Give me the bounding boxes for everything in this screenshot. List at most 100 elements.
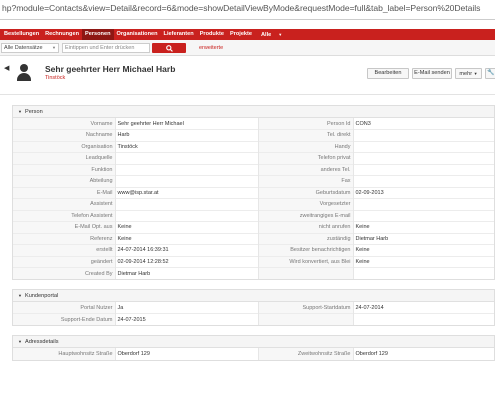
field-row: Assistent Vorgesetzter [13, 198, 494, 210]
send-email-button[interactable]: E-Mail senden [412, 68, 452, 79]
nav-item-projekte[interactable]: Projekte [227, 29, 255, 40]
field-value: Oberdorf 129 [355, 350, 388, 357]
search-scope-select[interactable]: Alle Datensätze ▼ [1, 43, 59, 53]
field-label: Fax [258, 175, 354, 187]
wrench-button[interactable]: 🔧 [485, 68, 495, 79]
record-organisation-link[interactable]: Tinstöck [45, 75, 65, 81]
nav-item-lieferanten[interactable]: Lieferanten [161, 29, 197, 40]
section-title: Person [24, 109, 43, 115]
field-value [353, 209, 494, 222]
search-scope-value: Alle Datensätze [4, 45, 43, 51]
field-row: Abteilung Fax [13, 175, 494, 187]
search-button[interactable] [152, 43, 186, 53]
field-label: Funktion [13, 163, 116, 176]
field-value[interactable]: Tinstöck [115, 140, 259, 153]
field-value [115, 209, 259, 222]
field-value [115, 175, 259, 187]
field-label: Organisation [13, 140, 116, 153]
section-adressdetails: ▼ Adressdetails Hauptwohnsitz Straße Oberd… [12, 335, 495, 361]
field-label: erstellt [13, 244, 116, 256]
field-value [115, 198, 259, 210]
field-value [353, 198, 494, 210]
field-label: Telefon Assistent [13, 209, 116, 222]
section-title: Adressdetails [24, 339, 59, 345]
nav-item-personen[interactable]: Personen [82, 29, 114, 40]
field-label: anderes Tel. [258, 163, 354, 176]
field-label: Vorgesetzter [258, 198, 354, 210]
field-label: Vorname [13, 118, 116, 130]
field-label: Portal Nutzer [13, 302, 116, 314]
section-title: Kundenportal [24, 293, 59, 299]
field-value [353, 129, 494, 141]
search-input[interactable]: Eintippen und Enter drücken [62, 43, 150, 53]
field-label: nicht anrufen [258, 221, 354, 233]
field-label: Support-Ende Datum [13, 313, 116, 325]
caret-down-icon: ▼ [18, 293, 22, 298]
field-label: Created By [13, 267, 116, 279]
address-bar[interactable]: hp?module=Contacts&view=Detail&record=6&… [0, 0, 495, 20]
field-label: Tel. direkt [258, 129, 354, 141]
chevron-left-icon[interactable]: ◀ [4, 64, 9, 72]
person-fields: Vorname Sehr geehrter Herr Michael Person … [13, 118, 494, 279]
field-row: Funktion anderes Tel. [13, 163, 494, 176]
search-icon [165, 44, 173, 52]
field-label [258, 313, 354, 325]
more-button[interactable]: mehr ▼ [455, 68, 482, 79]
nav-item-bestellungen[interactable]: Bestellungen [1, 29, 42, 40]
field-value: Keine [353, 244, 494, 256]
field-value: Keine [353, 255, 494, 268]
field-value [115, 163, 259, 176]
advanced-search-link[interactable]: erweiterte [199, 43, 223, 53]
nav-item-rechnungen[interactable]: Rechnungen [42, 29, 82, 40]
avatar-head [20, 64, 28, 72]
field-value: Sehr geehrter Herr Michael [115, 118, 259, 130]
field-label: Telefon privat [258, 152, 354, 164]
more-label: mehr [459, 71, 473, 77]
field-value: Harb [115, 129, 259, 141]
section-adressdetails-header[interactable]: ▼ Adressdetails [13, 336, 494, 348]
field-label: E-Mail Opt. aus [13, 221, 116, 233]
field-value: Keine [115, 221, 259, 233]
field-row: Nachname Harb Tel. direkt [13, 129, 494, 141]
field-label: Handy [258, 140, 354, 153]
field-label: Assistent [13, 198, 116, 210]
field-label: Support-Startdatum [258, 302, 354, 314]
main-nav: Bestellungen Rechnungen Personen Organis… [0, 29, 495, 40]
field-label: Abteilung [13, 175, 116, 187]
wrench-icon: 🔧 [487, 70, 495, 76]
section-kundenportal-header[interactable]: ▼ Kundenportal [13, 290, 494, 302]
section-kundenportal: ▼ Kundenportal Portal Nutzer Ja Support-Sta… [12, 289, 495, 326]
field-row: Referenz Keine zuständig Dietmar Harb [13, 232, 494, 245]
field-label: Besitzer benachrichtigen [258, 244, 354, 256]
field-row: E-Mail Opt. aus Keine nicht anrufen Keine [13, 221, 494, 233]
kundenportal-fields: Portal Nutzer Ja Support-Startdatum 24-07-2… [13, 302, 494, 325]
field-value [353, 152, 494, 164]
field-value: Keine [353, 221, 494, 233]
field-label: Leadquelle [13, 152, 116, 164]
nav-item-produkte[interactable]: Produkte [197, 29, 227, 40]
field-value [353, 267, 494, 279]
field-value: Ja [115, 302, 259, 314]
avatar [17, 64, 31, 81]
section-person-header[interactable]: ▼ Person [13, 106, 494, 118]
field-label: Zweitwohnsitz Straße [258, 348, 354, 360]
field-value: 24-07-2015 [115, 313, 259, 325]
field-value [115, 152, 259, 164]
field-label: E-Mail [13, 186, 116, 199]
caret-down-icon: ▼ [18, 109, 22, 114]
field-label: zuständig [258, 232, 354, 245]
field-row: Telefon Assistent zweitrangiges E-mail [13, 209, 494, 222]
field-label [258, 267, 354, 279]
nav-item-alle[interactable]: Alle ▼ [255, 29, 288, 41]
field-row: erstellt 24-07-2014 16:39:31 Besitzer bena… [13, 244, 494, 256]
edit-button[interactable]: Bearbeiten [367, 68, 409, 79]
field-value[interactable]: Dietmar Harb [115, 267, 259, 279]
field-row: Created By Dietmar Harb [13, 267, 494, 279]
nav-item-organisationen[interactable]: Organisationen [114, 29, 161, 40]
field-value[interactable]: www@isp.star.at [115, 186, 259, 199]
field-value: 02-09-2013 [353, 186, 494, 199]
field-value[interactable]: Dietmar Harb [353, 232, 494, 245]
